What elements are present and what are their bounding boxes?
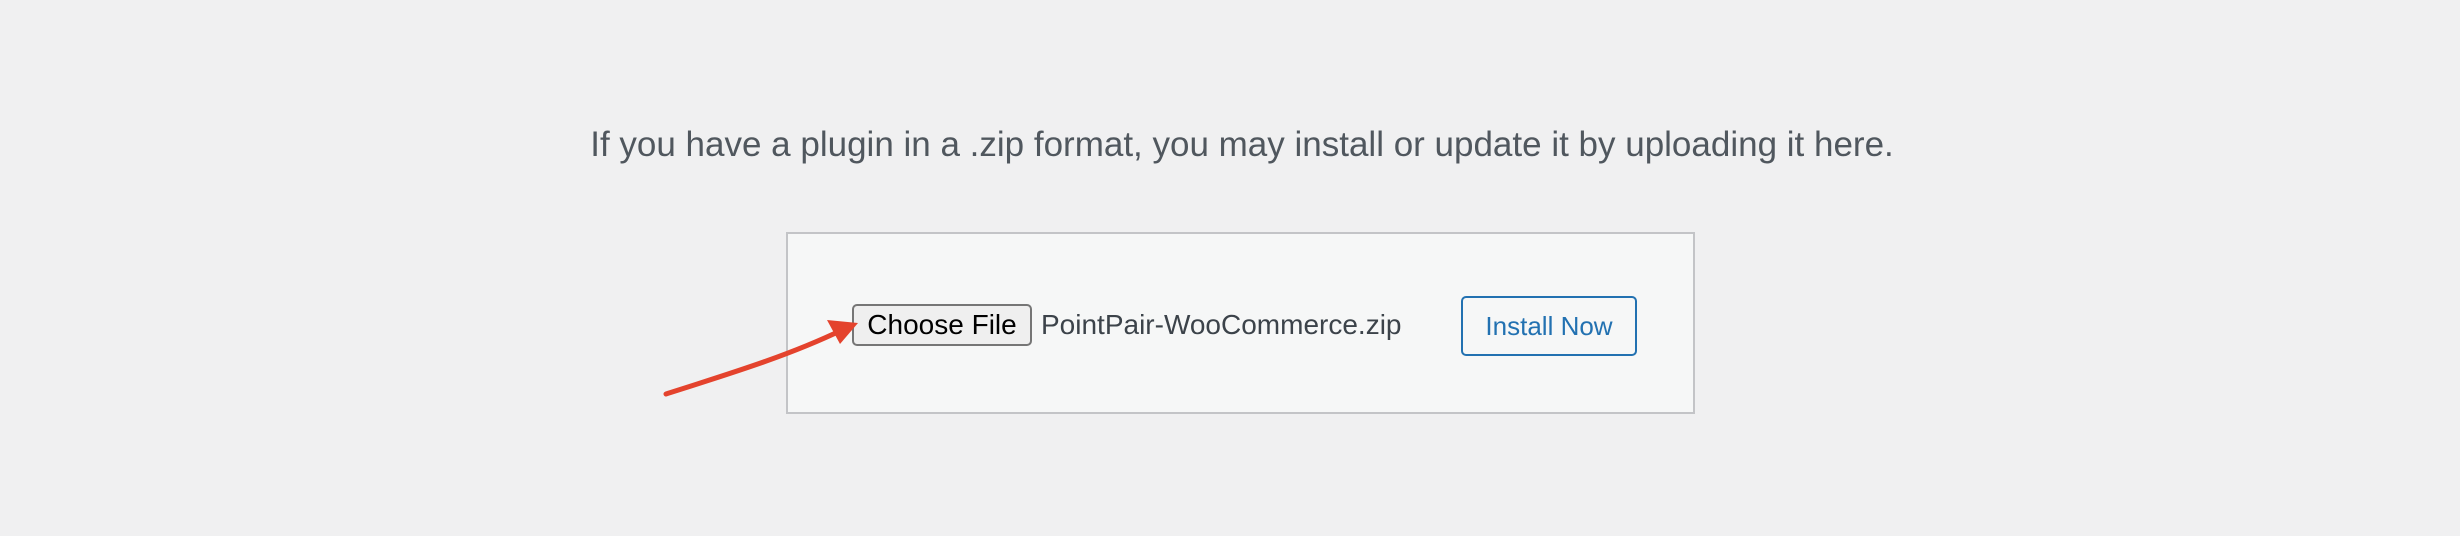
choose-file-button[interactable]: Choose File (852, 304, 1032, 346)
install-now-button[interactable]: Install Now (1461, 296, 1637, 356)
selected-file-name: PointPair-WooCommerce.zip (1041, 309, 1402, 340)
plugin-upload-page: If you have a plugin in a .zip format, y… (0, 0, 2460, 536)
plugin-upload-form: Choose File PointPair-WooCommerce.zip In… (786, 232, 1695, 414)
upload-help-text: If you have a plugin in a .zip format, y… (590, 125, 1894, 164)
